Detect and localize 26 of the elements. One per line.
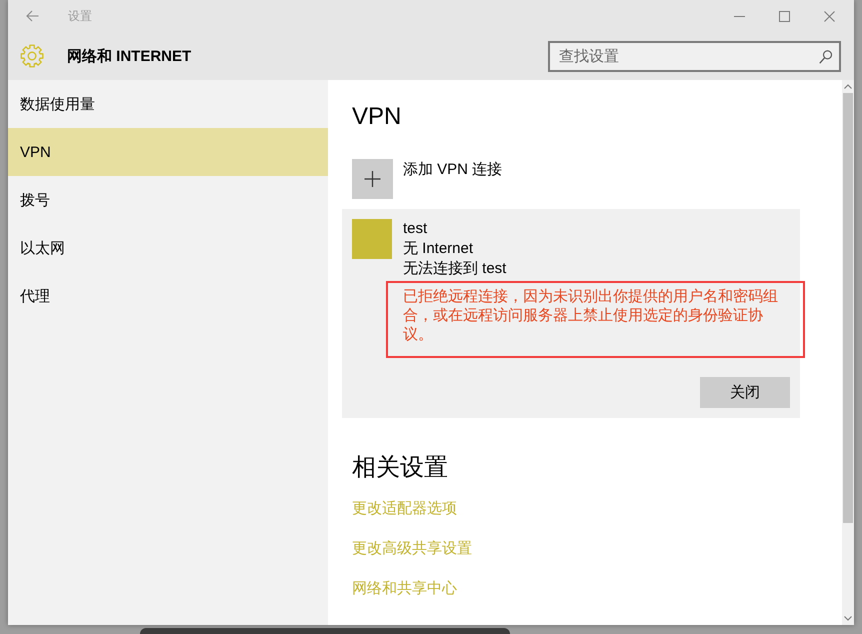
sidebar-item[interactable]: 以太网	[8, 224, 328, 272]
error-message: 已拒绝远程连接，因为未识别出你提供的用户名和密码组合，或在远程访问服务器上禁止使用选定的身份验证协议。	[403, 287, 779, 344]
close-icon	[824, 10, 835, 22]
search-icon[interactable]	[819, 50, 832, 64]
section-title: 网络和 INTERNET	[67, 46, 192, 66]
back-arrow-icon	[26, 10, 38, 22]
connection-name: test	[403, 219, 428, 239]
sidebar-item[interactable]: 数据使用量	[8, 80, 328, 128]
search-field[interactable]: 查找设置	[548, 40, 841, 72]
settings-icon	[20, 44, 44, 68]
down-caret-icon[interactable]	[844, 616, 852, 621]
related-heading: 相关设置	[352, 453, 448, 483]
sidebar-item[interactable]: 代理	[8, 272, 328, 320]
connection-detail: 无法连接到 test	[403, 259, 506, 279]
window-title: 设置	[68, 8, 92, 24]
square-icon	[352, 219, 392, 259]
close-connection-button[interactable]: 关闭	[700, 377, 790, 408]
page-heading: VPN	[352, 102, 402, 132]
up-caret-icon[interactable]	[844, 84, 852, 89]
sidebar-item[interactable]: 拨号	[8, 176, 328, 224]
plus-icon	[352, 159, 393, 199]
connection-status: 无 Internet	[403, 239, 474, 259]
scrollbar-thumb[interactable]	[843, 93, 853, 523]
maximize-icon	[779, 10, 790, 22]
add-vpn-button[interactable]: 添加 VPN 连接	[352, 159, 502, 199]
sidebar-item[interactable]: VPN	[8, 128, 328, 176]
